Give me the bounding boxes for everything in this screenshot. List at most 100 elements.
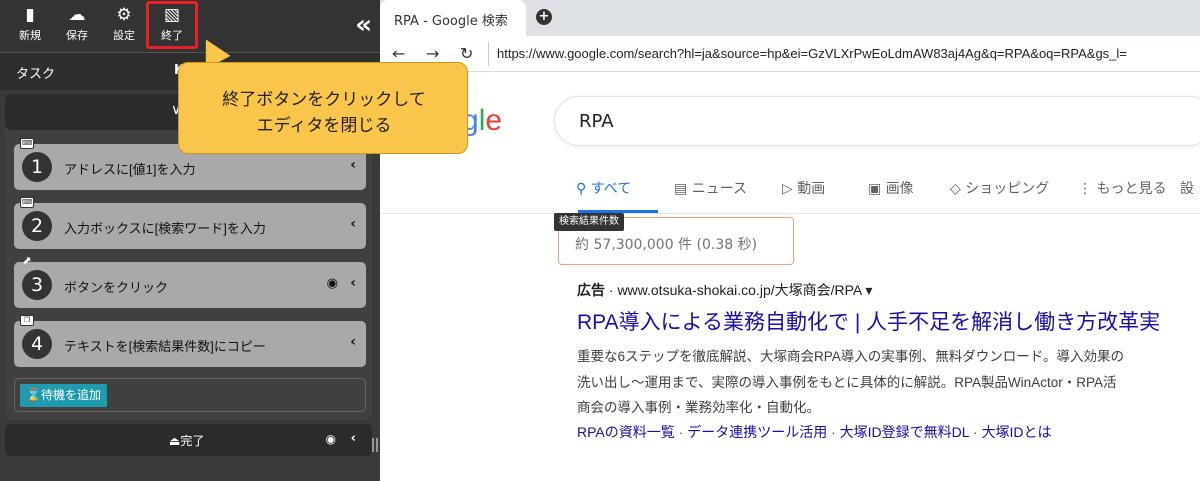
eject-icon: ⏏ [169, 434, 181, 448]
keyboard-icon: ⌨ [20, 138, 34, 149]
search-input[interactable]: RPA [554, 96, 1200, 146]
browser-navbar: ← → ↻ https://www.google.com/search?hl=j… [380, 36, 1200, 72]
step-label: アドレスに[値1]を入力 [64, 162, 196, 177]
logo-letter-e: e [485, 104, 503, 137]
step-label: 入力ボックスに[検索ワード]を入力 [64, 221, 266, 236]
copy-icon: ❐ [20, 315, 34, 326]
new-label: 新規 [19, 29, 41, 42]
add-wait-label: 待機を追加 [40, 388, 101, 402]
image-icon: ▣ [868, 181, 886, 197]
tab-settings[interactable]: 設 [1180, 178, 1194, 198]
tab-more-label: もっと見る [1096, 181, 1167, 197]
more-vertical-icon: ⋮ [1078, 181, 1097, 197]
sitelink[interactable]: 大塚ID登録で無料DL [840, 424, 969, 440]
tab-more[interactable]: ⋮ もっと見る [1078, 178, 1166, 198]
file-icon: ▮ [25, 5, 35, 25]
ad-header: 広告 · www.otsuka-shokai.co.jp/大塚商会/RPA ▾ [577, 280, 872, 300]
sitelink[interactable]: RPAの資料一覧 [577, 424, 675, 440]
resize-handle[interactable] [372, 438, 378, 452]
ad-description-line: 洗い出し～運用まで、実際の導入事例をもとに具体的に解説。RPA製品WinActo… [577, 375, 1117, 390]
step-row[interactable]: ⬈ 3 ボタンをクリック ◉ ‹ [14, 255, 366, 308]
separator: · [674, 424, 688, 440]
tab-videos-label: 動画 [797, 181, 826, 197]
tab-videos[interactable]: ▷ 動画 [782, 178, 825, 198]
address-bar[interactable]: https://www.google.com/search?hl=ja&sour… [488, 42, 1200, 66]
tab-images-label: 画像 [885, 181, 914, 197]
tab-news[interactable]: ▤ ニュース [674, 178, 747, 198]
keyboard-icon: ⌨ [20, 197, 34, 208]
tab-news-label: ニュース [691, 181, 747, 197]
editor-toolbar: ▮ 新規 ☁ 保存 ⚙ 設定 ▧ 終了 « [0, 0, 380, 52]
browser-tab[interactable]: RPA - Google 検索 [380, 0, 526, 36]
sitelink[interactable]: 大塚IDとは [982, 424, 1052, 440]
new-tab-button[interactable]: + [536, 9, 552, 25]
sitelink[interactable]: データ連携ツール活用 [687, 424, 827, 440]
news-icon: ▤ [674, 181, 692, 197]
new-button[interactable]: ▮ 新規 [10, 4, 50, 48]
search-icon: ⚲ [576, 181, 591, 197]
done-section: ⏏完了 [169, 432, 204, 449]
divider [380, 213, 1200, 214]
ad-url[interactable]: · www.otsuka-shokai.co.jp/大塚商会/RPA ▾ [605, 282, 873, 298]
add-wait-button[interactable]: ⌛待機を追加 [20, 384, 107, 407]
chevron-left-icon[interactable]: ‹ [350, 216, 356, 232]
reload-icon[interactable]: ↻ [460, 44, 473, 63]
done-label: 完了 [180, 434, 205, 448]
back-icon[interactable]: ← [392, 44, 405, 63]
tag-icon: ◇ [950, 181, 966, 197]
search-query: RPA [579, 111, 614, 132]
browser-tab-title: RPA - Google 検索 [394, 14, 508, 29]
ad-description-line: 重要な6ステップを徹底解説、大塚商会RPA導入の実事例、無料ダウンロード。導入効… [577, 349, 1124, 364]
step-number: 3 [22, 270, 52, 300]
callout-line-2: エディタを閉じる [256, 116, 392, 135]
door-exit-icon: ▧ [163, 5, 181, 25]
done-bar[interactable]: ⏏完了 ◉ ‹ [5, 424, 372, 456]
settings-button[interactable]: ⚙ 設定 [104, 4, 144, 48]
exit-label: 終了 [161, 29, 183, 42]
ad-label: 広告 [577, 282, 605, 298]
chevron-left-icon[interactable]: ‹ [350, 157, 356, 173]
step-row[interactable]: ❐ 4 テキストを[検索結果件数]にコピー ‹ [14, 315, 366, 367]
result-stats: 約 57,300,000 件 (0.38 秒) [575, 237, 758, 253]
separator: · [969, 424, 982, 440]
tab-all-label: すべて [590, 181, 632, 197]
step-number: 4 [22, 329, 52, 359]
tab-images[interactable]: ▣ 画像 [868, 178, 914, 198]
step-row[interactable]: ⌨ 2 入力ボックスに[検索ワード]を入力 ‹ [14, 197, 366, 249]
gear-icon: ⚙ [116, 5, 132, 25]
chevron-left-icon[interactable]: ‹ [350, 334, 356, 350]
tab-shopping-label: ショッピング [965, 181, 1050, 197]
ad-sitelinks: RPAの資料一覧 · データ連携ツール活用 · 大塚ID登録で無料DL · 大塚… [577, 422, 1052, 442]
step-number: 2 [22, 211, 52, 241]
wait-row: ⌛待機を追加 [14, 378, 366, 412]
step-label: テキストを[検索結果件数]にコピー [64, 339, 266, 354]
chevron-left-icon[interactable]: ‹ [350, 275, 356, 291]
camera-icon[interactable]: ◉ [326, 432, 336, 446]
ad-description-line: 商会の導入事例・業務効率化・自動化。 [577, 400, 820, 415]
play-icon: ▷ [782, 181, 798, 197]
camera-icon[interactable]: ◉ [327, 276, 338, 291]
exit-button[interactable]: ▧ 終了 [146, 1, 198, 49]
save-label: 保存 [66, 29, 88, 42]
forward-icon[interactable]: → [426, 44, 439, 63]
tab-shopping[interactable]: ◇ ショッピング [950, 178, 1049, 198]
search-tabs: ⚲ すべて ▤ ニュース ▷ 動画 ▣ 画像 ◇ ショッピング ⋮ もっと見る … [576, 170, 1200, 214]
chevron-left-icon[interactable]: ‹ [351, 431, 356, 446]
tooltip: 検索結果件数 [554, 213, 624, 231]
tab-all[interactable]: ⚲ すべて [576, 178, 631, 198]
cloud-upload-icon: ☁ [68, 5, 86, 25]
step-number: 1 [22, 152, 52, 182]
browser-tabstrip: RPA - Google 検索 + [380, 0, 1200, 36]
step-label: ボタンをクリック [64, 280, 169, 295]
instruction-callout: 終了ボタンをクリックして エディタを閉じる [178, 62, 468, 154]
callout-line-1: 終了ボタンをクリックして [222, 90, 426, 109]
tab-task[interactable]: タスク [16, 63, 55, 82]
hourglass-icon: ⌛ [26, 388, 41, 402]
collapse-panel-button[interactable]: « [355, 10, 372, 40]
separator: · [827, 424, 840, 440]
browser-window: RPA - Google 検索 + ← → ↻ https://www.goog… [380, 0, 1200, 481]
settings-label: 設定 [113, 29, 135, 42]
save-button[interactable]: ☁ 保存 [57, 4, 97, 48]
cursor-icon: ⬈ [22, 254, 32, 267]
ad-title-link[interactable]: RPA導入による業務自動化で | 人手不足を解消し働き方改革実 [577, 306, 1160, 336]
